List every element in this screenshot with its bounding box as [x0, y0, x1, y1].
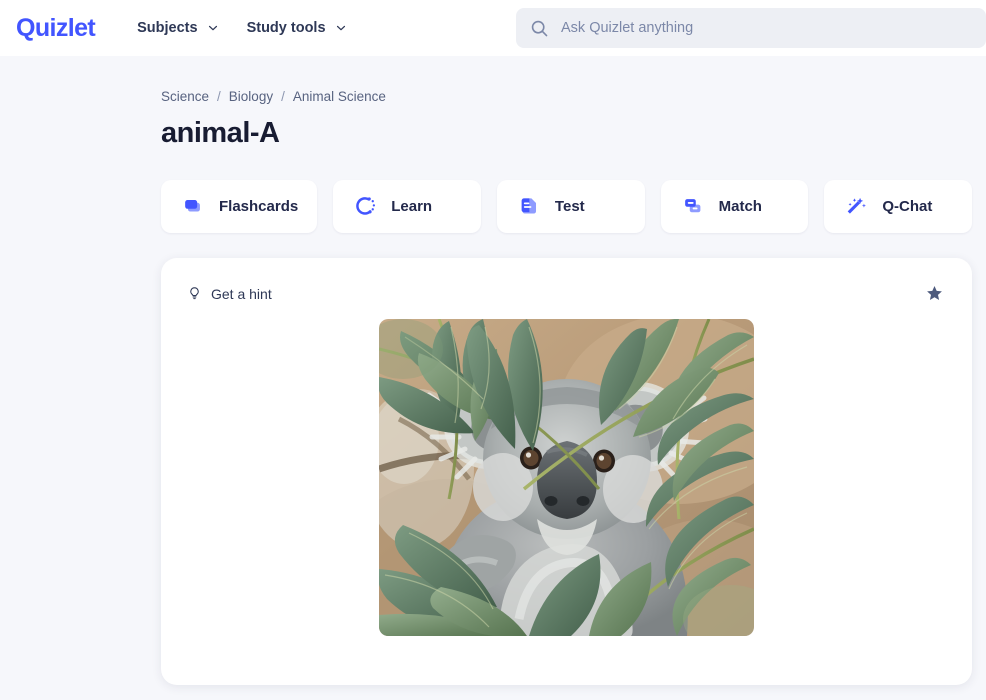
mode-label: Flashcards	[219, 197, 299, 215]
get-a-hint-label: Get a hint	[211, 285, 272, 302]
learn-icon	[352, 193, 378, 219]
flashcard-toolbar: Get a hint	[187, 282, 946, 306]
get-a-hint-button[interactable]: Get a hint	[187, 286, 272, 302]
breadcrumb-separator: /	[217, 88, 221, 104]
flashcard-content	[187, 318, 946, 636]
search-box[interactable]	[516, 8, 986, 48]
mode-label: Q-Chat	[882, 197, 933, 215]
mode-button-flashcards[interactable]: Flashcards	[161, 179, 318, 233]
search-input[interactable]	[561, 8, 972, 48]
match-icon	[680, 193, 706, 219]
lightbulb-icon	[187, 286, 202, 301]
app-header: Quizlet Subjects Study tools	[0, 0, 986, 56]
mode-label: Test	[554, 197, 585, 215]
nav-item-label: Subjects	[137, 20, 198, 36]
chevron-down-icon	[207, 22, 219, 34]
breadcrumb: Science / Biology / Animal Science	[161, 56, 986, 104]
search-container	[516, 8, 986, 48]
quizlet-logo[interactable]: Quizlet	[10, 14, 101, 43]
test-icon	[516, 193, 542, 219]
main-nav: Subjects Study tools	[127, 12, 356, 44]
search-icon	[530, 19, 549, 38]
flashcards-icon	[180, 193, 206, 219]
breadcrumb-item-science[interactable]: Science	[161, 89, 209, 104]
nav-item-label: Study tools	[246, 20, 326, 36]
mode-button-learn[interactable]: Learn	[333, 179, 481, 233]
breadcrumb-item-biology[interactable]: Biology	[229, 89, 273, 104]
mode-button-q-chat[interactable]: Q-Chat	[824, 179, 973, 233]
page-title: animal-A	[161, 117, 280, 149]
nav-item-subjects[interactable]: Subjects	[127, 12, 228, 44]
magic-wand-icon	[843, 193, 869, 219]
mode-label: Match	[718, 197, 762, 215]
chevron-down-icon	[335, 22, 347, 34]
study-modes-bar: Flashcards Learn Test Match Q-Chat	[161, 179, 986, 233]
breadcrumb-item-animal-science[interactable]: Animal Science	[293, 89, 386, 104]
breadcrumb-separator: /	[281, 88, 285, 104]
mode-label: Learn	[391, 197, 433, 215]
mode-button-test[interactable]: Test	[496, 179, 645, 233]
star-icon[interactable]	[923, 282, 946, 305]
page-content: Science / Biology / Animal Science anima…	[0, 56, 986, 685]
flashcard-panel[interactable]: Get a hint	[161, 257, 972, 685]
nav-item-study-tools[interactable]: Study tools	[237, 12, 357, 44]
flashcard-image	[379, 318, 754, 636]
mode-button-match[interactable]: Match	[660, 179, 809, 233]
